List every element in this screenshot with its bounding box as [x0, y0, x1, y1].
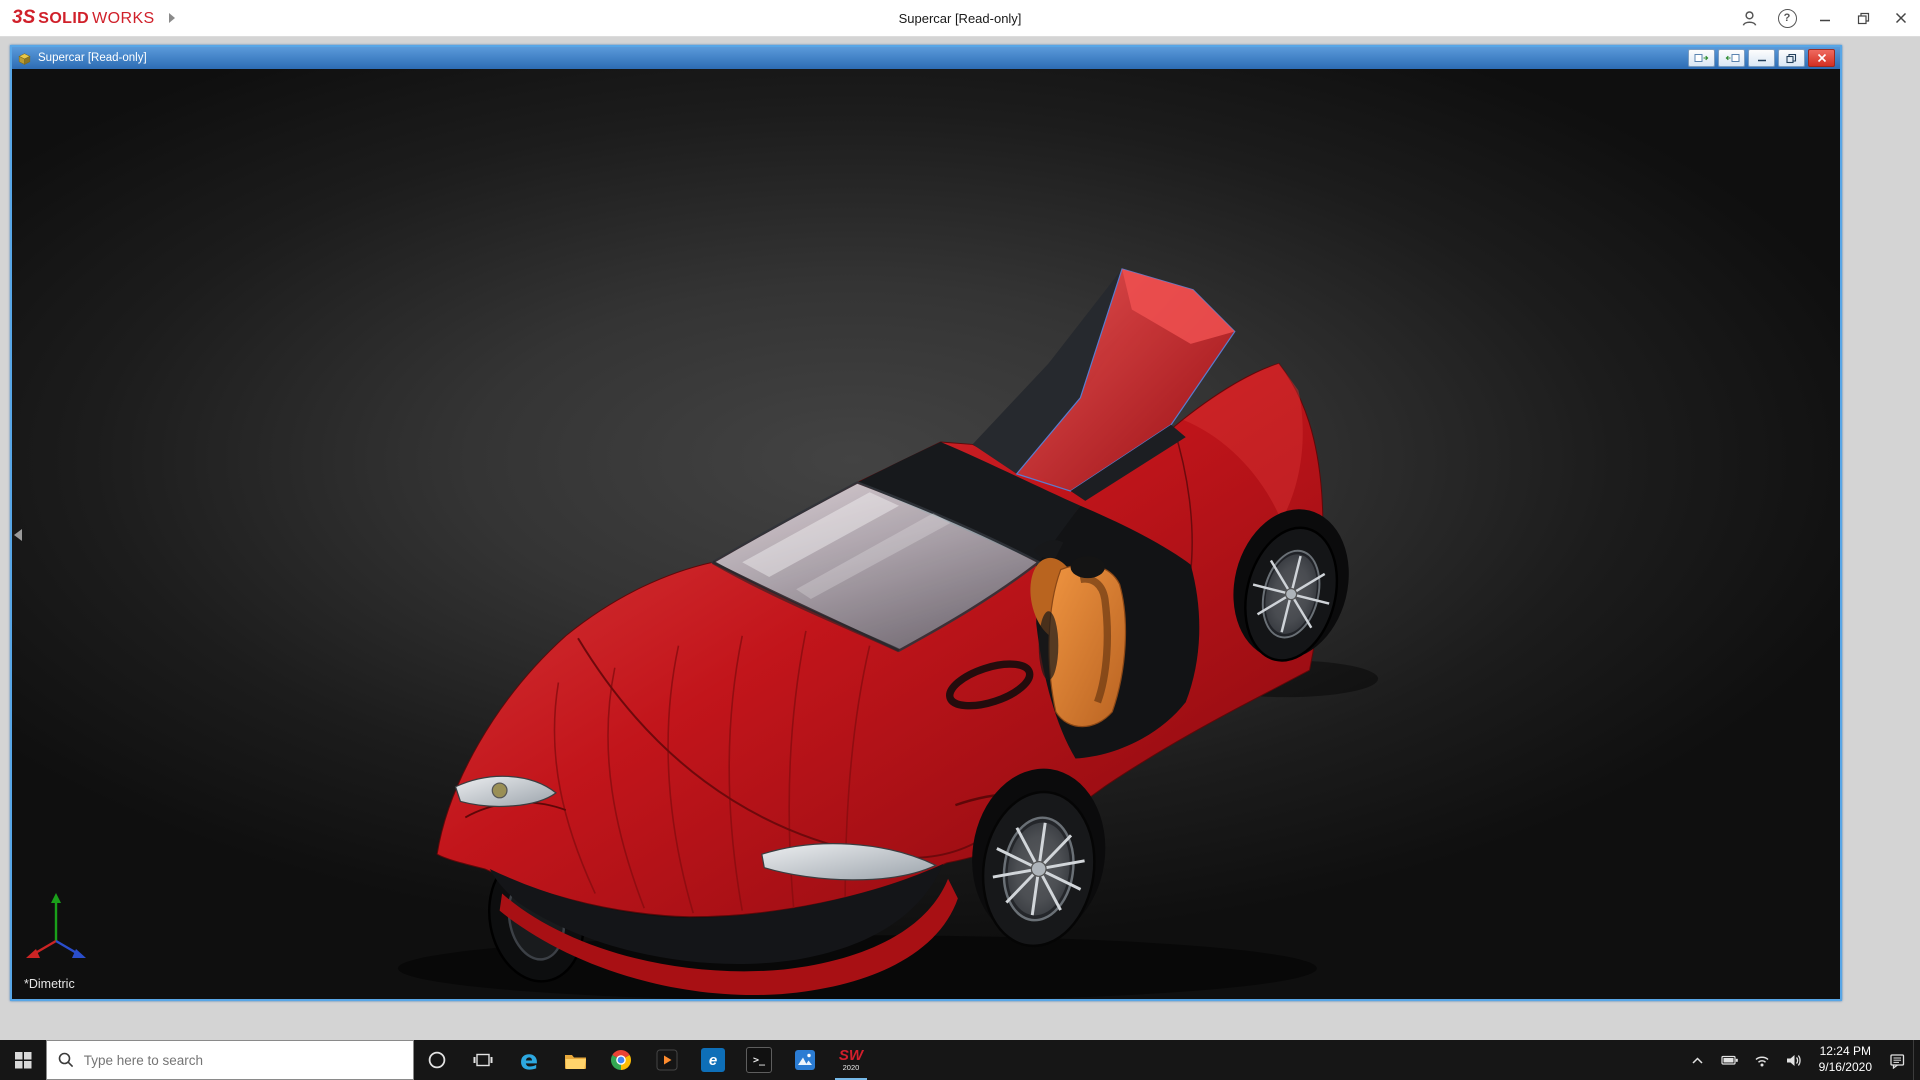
window-arrow-right-icon [1724, 53, 1740, 64]
hidden-icons-button[interactable] [1682, 1040, 1714, 1080]
doc-close-button[interactable] [1808, 49, 1835, 67]
cortana-button[interactable] [414, 1040, 460, 1080]
doc-restore-button[interactable] [1778, 49, 1805, 67]
doc-restore-icon [1786, 53, 1797, 64]
mdi-area: Supercar [Read-only] [0, 36, 1920, 1040]
app-window-controls: ? [1730, 0, 1920, 36]
close-icon [1895, 12, 1907, 24]
menu-expand-chevron-icon[interactable] [169, 13, 175, 23]
chevron-up-icon [1690, 1054, 1705, 1066]
brand-text-bold: SOLID [38, 10, 89, 28]
solidworks-icon: SW 2020 [839, 1048, 863, 1072]
task-view-button[interactable] [460, 1040, 506, 1080]
user-icon [1740, 9, 1759, 28]
help-button[interactable]: ? [1768, 0, 1806, 36]
action-center-button[interactable] [1881, 1040, 1913, 1080]
cortana-icon [427, 1050, 447, 1070]
minimize-icon [1819, 12, 1831, 24]
document-titlebar[interactable]: Supercar [Read-only] [12, 47, 1840, 69]
view-orientation-label: *Dimetric [24, 977, 75, 991]
solidworks-logo[interactable]: 3S SOLID WORKS [0, 7, 155, 29]
edge-icon: e [520, 1047, 538, 1074]
taskbar: e e >_ [0, 1040, 1920, 1080]
start-button[interactable] [0, 1040, 46, 1080]
minimize-button[interactable] [1806, 0, 1844, 36]
help-icon: ? [1778, 9, 1797, 28]
system-tray: 12:24 PM 9/16/2020 [1682, 1040, 1920, 1080]
chrome-icon [610, 1049, 632, 1071]
app-titlebar: 3S SOLID WORKS Supercar [Read-only] ? [0, 0, 1920, 37]
doc-close-icon [1817, 53, 1827, 63]
edge-button[interactable]: e [506, 1040, 552, 1080]
close-button[interactable] [1882, 0, 1920, 36]
network-icon [1754, 1053, 1770, 1068]
doc-minimize-icon [1757, 53, 1767, 63]
command-prompt-button[interactable]: >_ [736, 1040, 782, 1080]
volume-icon [1785, 1052, 1802, 1069]
chrome-button[interactable] [598, 1040, 644, 1080]
doc-next-window-button[interactable] [1718, 49, 1745, 67]
task-view-icon [473, 1051, 493, 1069]
file-explorer-button[interactable] [552, 1040, 598, 1080]
clock-time: 12:24 PM [1820, 1044, 1871, 1060]
clock-date: 9/16/2020 [1819, 1060, 1872, 1076]
battery-icon [1721, 1052, 1739, 1068]
doc-previous-window-button[interactable] [1688, 49, 1715, 67]
edrawings-button[interactable]: e [690, 1040, 736, 1080]
action-center-icon [1889, 1052, 1906, 1069]
account-button[interactable] [1730, 0, 1768, 36]
graphics-viewport[interactable]: *Dimetric [12, 69, 1840, 999]
brand-text-light: WORKS [92, 10, 154, 28]
car-3d-model [12, 69, 1840, 999]
solidworks-2020-button[interactable]: SW 2020 [828, 1040, 874, 1080]
edrawings-icon: e [701, 1048, 725, 1072]
command-prompt-icon: >_ [746, 1047, 772, 1073]
volume-button[interactable] [1778, 1040, 1810, 1080]
window-arrow-left-icon [1694, 53, 1710, 64]
file-explorer-icon [564, 1051, 587, 1070]
search-icon [58, 1052, 73, 1068]
show-desktop-button[interactable] [1913, 1040, 1920, 1080]
network-button[interactable] [1746, 1040, 1778, 1080]
solidworks-logo-mark: 3S [12, 7, 35, 29]
document-window-controls [1688, 49, 1835, 67]
desktop: 3S SOLID WORKS Supercar [Read-only] ? [0, 0, 1920, 1080]
app-window-title: Supercar [Read-only] [899, 0, 1022, 36]
doc-minimize-button[interactable] [1748, 49, 1775, 67]
search-input[interactable] [82, 1052, 402, 1069]
orientation-triad[interactable] [22, 885, 96, 969]
restore-button[interactable] [1844, 0, 1882, 36]
taskbar-clock[interactable]: 12:24 PM 9/16/2020 [1810, 1040, 1881, 1080]
part-document-icon [17, 51, 32, 66]
media-app-icon [656, 1049, 678, 1071]
photos-icon [794, 1049, 816, 1071]
feature-pane-collapse-arrow[interactable] [14, 529, 22, 541]
photos-button[interactable] [782, 1040, 828, 1080]
battery-button[interactable] [1714, 1040, 1746, 1080]
taskbar-search[interactable] [46, 1040, 414, 1080]
document-title: Supercar [Read-only] [38, 52, 147, 64]
windows-logo-icon [15, 1052, 32, 1069]
restore-icon [1857, 12, 1870, 25]
document-window: Supercar [Read-only] [10, 45, 1842, 1001]
media-app-button[interactable] [644, 1040, 690, 1080]
